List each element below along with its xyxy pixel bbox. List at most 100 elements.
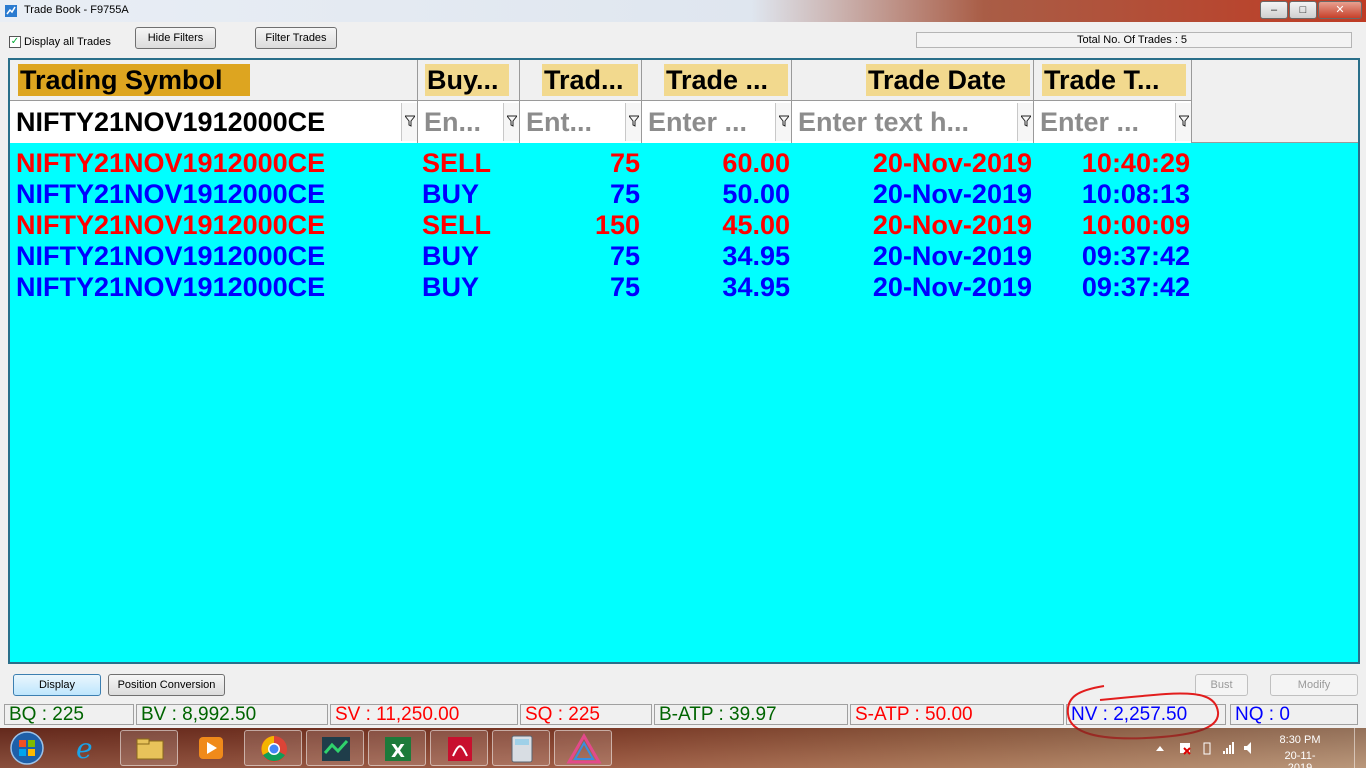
ie-icon[interactable]: e [58,730,116,766]
hide-filters-button[interactable]: Hide Filters [135,27,216,49]
cell-date: 20-Nov-2019 [872,272,1032,302]
column-header-label: Buy... [425,64,509,96]
column-header-trade-date[interactable]: Trade Date [792,60,1034,101]
cell-time: 10:40:29 [1081,148,1190,178]
filter-input[interactable]: Enter ... [1040,105,1174,139]
column-header-label: Trade ... [664,64,788,96]
filter-input[interactable]: En... [424,105,502,139]
cell-time: 09:37:42 [1081,241,1190,271]
filter-trade-price[interactable]: Enter ... [642,101,792,143]
maximize-button[interactable]: □ [1289,1,1317,19]
filter-input[interactable]: Enter ... [648,105,774,139]
display-all-label[interactable]: Display all Trades [24,36,111,48]
filter-icon [1021,115,1031,127]
column-header-buy-sell[interactable]: Buy... [418,60,520,101]
filter-trade-time[interactable]: Enter ... [1034,101,1192,143]
column-header-trade-price[interactable]: Trade ... [642,60,792,101]
clock-time[interactable]: 8:30 PM [1276,734,1324,746]
column-header-label: Trad... [542,64,638,96]
filter-icon [507,115,517,127]
table-row[interactable]: NIFTY21NOV1912000CE SELL 150 45.00 20-No… [10,210,1358,241]
cell-price: 45.00 [722,210,790,240]
cell-time: 10:00:09 [1081,210,1190,240]
position-conversion-button[interactable]: Position Conversion [108,674,225,696]
calculator-icon[interactable] [492,730,550,766]
cell-qty: 75 [609,272,640,302]
trade-book-window: Trade Book - F9755A – □ ✕ ✓ Display all … [0,0,1366,740]
show-desktop-button[interactable] [1354,728,1366,768]
explorer-icon[interactable] [120,730,178,766]
table-row[interactable]: NIFTY21NOV1912000CE BUY 75 34.95 20-Nov-… [10,272,1358,303]
cell-symbol: NIFTY21NOV1912000CE [16,179,326,209]
status-sell-atp: S-ATP : 50.00 [850,704,1064,725]
windows-start-icon[interactable] [6,730,48,766]
filter-dropdown-button[interactable] [503,103,519,141]
cell-buy-sell: SELL [422,148,492,178]
trading-app-icon[interactable] [306,730,364,766]
status-buy-qty: BQ : 225 [4,704,134,725]
cell-qty: 75 [609,241,640,271]
triangle-app-icon[interactable] [554,730,612,766]
clock-date[interactable]: 20-11-2019 [1274,750,1326,768]
window-title: Trade Book - F9755A [24,4,129,16]
cell-time: 10:08:13 [1081,179,1190,209]
excel-icon[interactable]: X [368,730,426,766]
cell-date: 20-Nov-2019 [872,210,1032,240]
modify-button[interactable]: Modify [1270,674,1358,696]
filter-input[interactable]: Ent... [526,105,624,139]
filter-dropdown-button[interactable] [401,103,417,141]
filter-trade-qty[interactable]: Ent... [520,101,642,143]
filter-icon [1179,115,1189,127]
cell-buy-sell: BUY [422,272,480,302]
status-sell-value: SV : 11,250.00 [330,704,518,725]
media-player-icon[interactable] [182,730,240,766]
filter-input[interactable]: Enter text h... [798,105,1016,139]
filter-trade-date[interactable]: Enter text h... [792,101,1034,143]
cell-buy-sell: BUY [422,179,480,209]
filter-dropdown-button[interactable] [1017,103,1033,141]
app-icon [5,5,17,17]
cell-symbol: NIFTY21NOV1912000CE [16,210,326,240]
column-header-trade-time[interactable]: Trade T... [1034,60,1192,101]
filter-icon [629,115,639,127]
grid-filter-row: NIFTY21NOV1912000CE En... Ent... Enter .… [10,101,1358,143]
status-buy-value: BV : 8,992.50 [136,704,328,725]
cell-time: 09:37:42 [1081,272,1190,302]
filter-dropdown-button[interactable] [1175,103,1191,141]
cell-qty: 75 [609,179,640,209]
display-all-checkbox[interactable]: ✓ [9,36,21,48]
cell-symbol: NIFTY21NOV1912000CE [16,241,326,271]
filter-trades-button[interactable]: Filter Trades [255,27,337,49]
cell-date: 20-Nov-2019 [872,179,1032,209]
svg-text:e: e [76,732,93,765]
cell-qty: 75 [609,148,640,178]
column-header-label: Trade Date [866,64,1030,96]
column-header-label: Trading Symbol [18,64,250,96]
acrobat-icon[interactable] [430,730,488,766]
cell-price: 34.95 [722,241,790,271]
filter-buy-sell[interactable]: En... [418,101,520,143]
close-button[interactable]: ✕ [1318,1,1362,19]
title-bar[interactable]: Trade Book - F9755A – □ ✕ [0,0,1366,22]
cell-buy-sell: BUY [422,241,480,271]
filter-dropdown-button[interactable] [775,103,791,141]
display-button[interactable]: Display [13,674,101,696]
table-row[interactable]: NIFTY21NOV1912000CE SELL 75 60.00 20-Nov… [10,148,1358,179]
cell-price: 50.00 [722,179,790,209]
column-header-trading-symbol[interactable]: Trading Symbol [10,60,418,101]
filter-trading-symbol[interactable]: NIFTY21NOV1912000CE [10,101,418,143]
column-header-label: Trade T... [1042,64,1186,96]
system-tray-icons[interactable] [1154,740,1254,756]
filter-input[interactable]: NIFTY21NOV1912000CE [16,105,390,139]
column-header-trade-qty[interactable]: Trad... [520,60,642,101]
cell-date: 20-Nov-2019 [872,241,1032,271]
toolbar: ✓ Display all Trades Hide Filters Filter… [0,22,1366,58]
table-row[interactable]: NIFTY21NOV1912000CE BUY 75 34.95 20-Nov-… [10,241,1358,272]
table-row[interactable]: NIFTY21NOV1912000CE BUY 75 50.00 20-Nov-… [10,179,1358,210]
filter-dropdown-button[interactable] [625,103,641,141]
minimize-button[interactable]: – [1260,1,1288,19]
cell-date: 20-Nov-2019 [872,148,1032,178]
taskbar: e X 8:30 PM 20-11-2019 [0,728,1366,768]
status-net-qty: NQ : 0 [1230,704,1358,725]
chrome-icon[interactable] [244,730,302,766]
